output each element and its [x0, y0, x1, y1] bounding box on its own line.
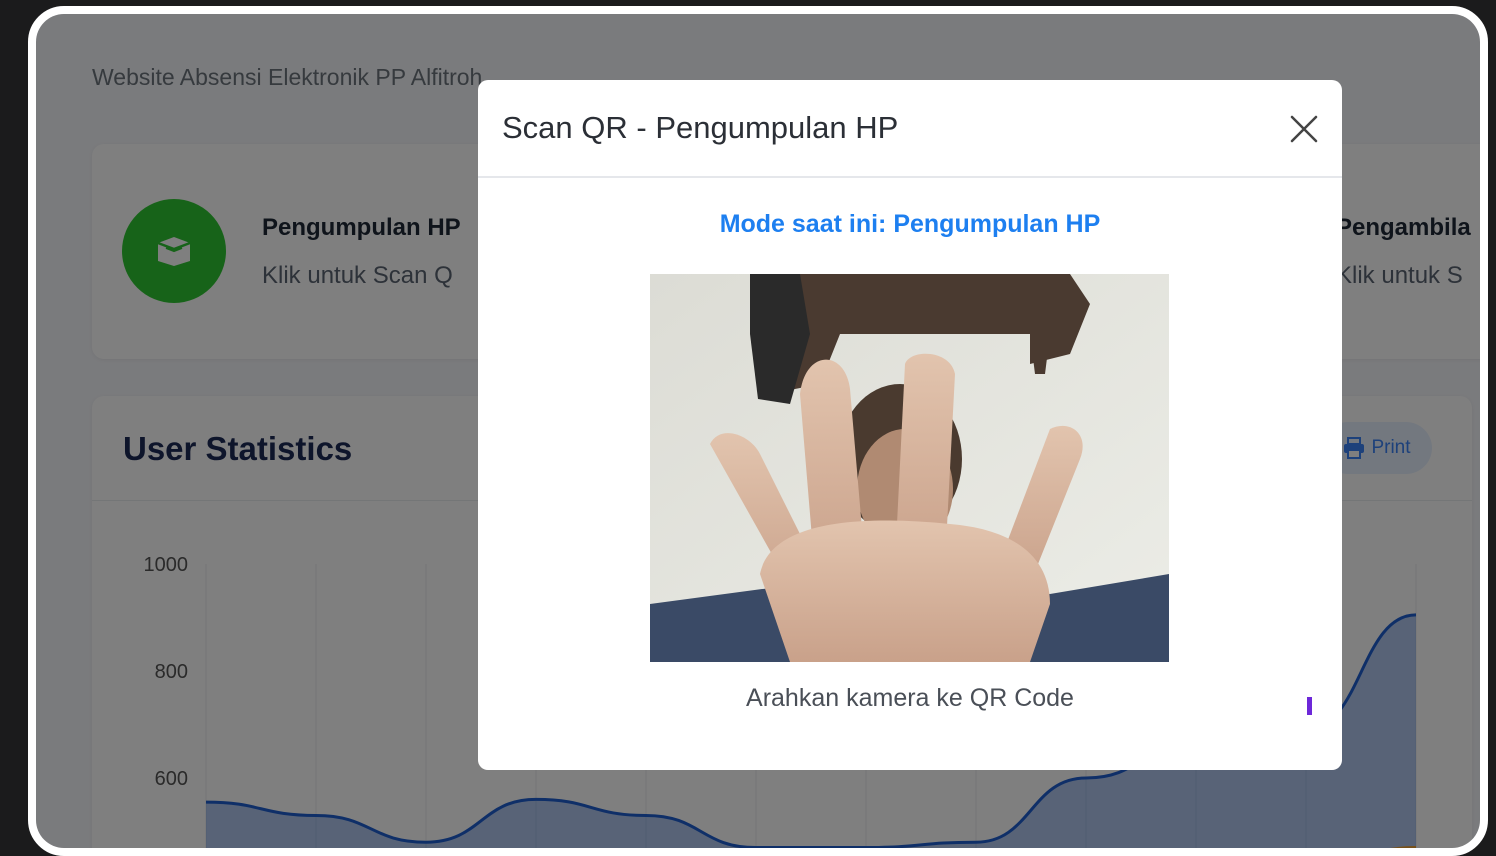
- scan-qr-modal: Scan QR - Pengumpulan HP Mode saat ini: …: [478, 80, 1342, 770]
- mode-indicator: Mode saat ini: Pengumpulan HP: [478, 210, 1342, 239]
- modal-title: Scan QR - Pengumpulan HP: [502, 110, 899, 145]
- modal-header: Scan QR - Pengumpulan HP: [478, 80, 1342, 178]
- chart-series-area: [1403, 847, 1416, 848]
- mode-value: Pengumpulan HP: [893, 210, 1101, 238]
- mode-prefix: Mode saat ini:: [719, 210, 894, 238]
- camera-preview: [650, 274, 1169, 662]
- camera-hint: Arahkan kamera ke QR Code: [746, 684, 1074, 712]
- close-icon[interactable]: [1286, 111, 1322, 147]
- text-cursor-marker: [1307, 697, 1312, 715]
- chart-series-line: [1390, 846, 1417, 848]
